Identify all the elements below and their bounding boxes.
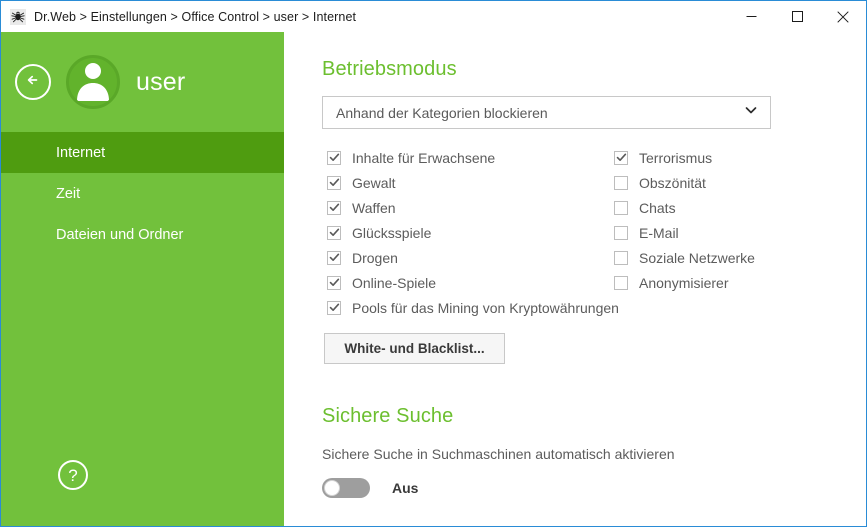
checkbox-checked-icon[interactable]	[327, 250, 341, 265]
category-column-left: Inhalte für Erwachsene Gewalt Waffen Glü…	[327, 145, 619, 320]
checkbox-unchecked-icon[interactable]	[614, 175, 628, 190]
checkbox-label: Obszönität	[639, 174, 706, 191]
checkbox-checked-icon[interactable]	[327, 225, 341, 240]
checkbox-row[interactable]: Obszönität	[614, 170, 755, 195]
sidebar-item-label: Dateien und Ordner	[56, 226, 184, 243]
checkbox-label: Chats	[639, 199, 676, 216]
checkbox-checked-icon[interactable]	[327, 275, 341, 290]
white-and-blacklist-button-label: White- und Blacklist...	[344, 341, 485, 356]
checkbox-label: Inhalte für Erwachsene	[352, 149, 496, 166]
sidebar-user-header: user	[1, 32, 284, 132]
checkbox-label: Waffen	[352, 199, 396, 216]
checkbox-row[interactable]: Glücksspiele	[327, 220, 619, 245]
sidebar-item-dateien-und-ordner[interactable]: Dateien und Ordner	[1, 214, 284, 255]
checkbox-row[interactable]: Terrorismus	[614, 145, 755, 170]
checkbox-label: Terrorismus	[639, 149, 713, 166]
checkbox-unchecked-icon[interactable]	[614, 250, 628, 265]
application-window: Dr.Web > Einstellungen > Office Control …	[0, 0, 867, 527]
checkbox-row[interactable]: Online-Spiele	[327, 270, 619, 295]
checkbox-unchecked-icon[interactable]	[614, 275, 628, 290]
user-name: user	[136, 67, 186, 96]
sidebar: user Internet Zeit Dateien und Ordner ?	[1, 32, 284, 526]
checkbox-checked-icon[interactable]	[327, 200, 341, 215]
checkbox-row[interactable]: Gewalt	[327, 170, 619, 195]
category-column-right: Terrorismus Obszönität Chats E-Mail Sozi…	[614, 145, 755, 295]
checkbox-checked-icon[interactable]	[614, 150, 628, 165]
sidebar-item-label: Internet	[56, 144, 106, 161]
toggle-state-label: Aus	[392, 480, 419, 496]
user-avatar-icon	[69, 58, 117, 106]
title-bar: Dr.Web > Einstellungen > Office Control …	[1, 1, 866, 32]
spider-icon	[10, 8, 26, 25]
checkbox-checked-icon[interactable]	[327, 150, 341, 165]
betriebsmodus-select[interactable]: Anhand der Kategorien blockieren	[322, 96, 771, 129]
close-button[interactable]	[820, 1, 866, 32]
checkbox-label: E-Mail	[639, 224, 679, 241]
sidebar-item-internet[interactable]: Internet	[1, 132, 284, 173]
category-checkbox-group: Inhalte für Erwachsene Gewalt Waffen Glü…	[322, 145, 792, 320]
checkbox-label: Gewalt	[352, 174, 396, 191]
checkbox-label: Pools für das Mining von Kryptowährungen	[352, 299, 619, 316]
checkbox-row[interactable]: Waffen	[327, 195, 619, 220]
content-pane: Betriebsmodus Anhand der Kategorien bloc…	[284, 32, 866, 526]
checkbox-label: Online-Spiele	[352, 274, 437, 291]
avatar	[66, 55, 120, 109]
title-bar-left: Dr.Web > Einstellungen > Office Control …	[1, 1, 356, 32]
checkbox-row[interactable]: Soziale Netzwerke	[614, 245, 755, 270]
checkbox-row[interactable]: Anonymisierer	[614, 270, 755, 295]
minimize-button[interactable]	[728, 1, 774, 32]
checkbox-row[interactable]: Inhalte für Erwachsene	[327, 145, 619, 170]
white-and-blacklist-button[interactable]: White- und Blacklist...	[324, 333, 505, 364]
back-button[interactable]	[15, 64, 51, 100]
sichere-suche-description: Sichere Suche in Suchmaschinen automatis…	[322, 446, 675, 462]
maximize-button[interactable]	[774, 1, 820, 32]
question-mark-icon: ?	[68, 465, 78, 485]
window-body: user Internet Zeit Dateien und Ordner ? …	[1, 32, 866, 526]
checkbox-row[interactable]: Pools für das Mining von Kryptowährungen	[327, 295, 619, 320]
window-title: Dr.Web > Einstellungen > Office Control …	[34, 9, 357, 24]
checkbox-row[interactable]: Chats	[614, 195, 755, 220]
sidebar-item-zeit[interactable]: Zeit	[1, 173, 284, 214]
checkbox-checked-icon[interactable]	[327, 175, 341, 190]
checkbox-label: Soziale Netzwerke	[639, 249, 755, 266]
sichere-suche-toggle-row: Aus	[322, 478, 866, 498]
checkbox-row[interactable]: Drogen	[327, 245, 619, 270]
checkbox-label: Anonymisierer	[639, 274, 729, 291]
checkbox-unchecked-icon[interactable]	[614, 225, 628, 240]
betriebsmodus-select-value: Anhand der Kategorien blockieren	[336, 104, 548, 121]
checkbox-checked-icon[interactable]	[327, 300, 341, 315]
arrow-left-icon	[24, 71, 42, 94]
checkbox-row[interactable]: E-Mail	[614, 220, 755, 245]
toggle-knob	[324, 480, 340, 496]
window-controls	[728, 1, 866, 32]
checkbox-unchecked-icon[interactable]	[614, 200, 628, 215]
sichere-suche-title: Sichere Suche	[322, 405, 454, 427]
help-button[interactable]: ?	[58, 460, 88, 490]
checkbox-label: Glücksspiele	[352, 224, 432, 241]
betriebsmodus-title: Betriebsmodus	[322, 58, 457, 80]
checkbox-label: Drogen	[352, 249, 398, 266]
sichere-suche-toggle[interactable]	[322, 478, 370, 498]
sidebar-item-label: Zeit	[56, 185, 81, 202]
chevron-down-icon	[744, 103, 758, 122]
